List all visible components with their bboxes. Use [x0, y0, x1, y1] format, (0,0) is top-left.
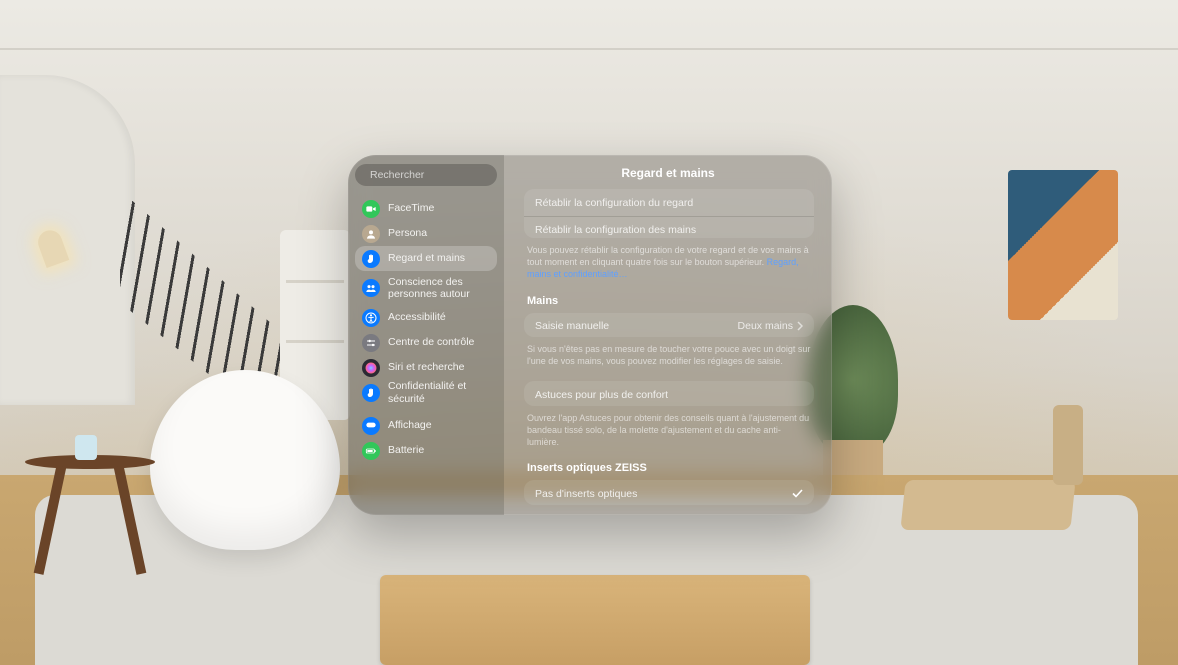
- sidebar-item-battery[interactable]: Batterie: [355, 438, 497, 463]
- siri-icon: [362, 359, 380, 377]
- hand-icon: [362, 384, 380, 402]
- facetime-icon: [362, 200, 380, 218]
- reset-hand-setup-button[interactable]: Rétablir la configuration des mains: [524, 216, 814, 238]
- hand-input-value: Deux mains: [738, 320, 793, 332]
- hand-icon: [362, 250, 380, 268]
- battery-icon: [362, 442, 380, 460]
- sidebar: FaceTime Persona Regard et mains Conscience…: [348, 155, 504, 515]
- sidebar-item-facetime[interactable]: FaceTime: [355, 196, 497, 221]
- reset-footer: Vous pouvez rétablir la configuration de…: [524, 238, 814, 294]
- display-icon: [362, 417, 380, 435]
- tips-footer: Ouvrez l'app Astuces pour obtenir des co…: [524, 406, 814, 462]
- people-icon: [362, 279, 380, 297]
- search-input[interactable]: [370, 169, 504, 181]
- reset-group: Rétablir la configuration du regard Réta…: [524, 189, 814, 238]
- sidebar-item-label: Siri et recherche: [388, 361, 464, 373]
- sidebar-item-display[interactable]: Affichage: [355, 413, 497, 438]
- hand-input-row[interactable]: Saisie manuelle Deux mains: [524, 313, 814, 338]
- sidebar-item-label: FaceTime: [388, 202, 434, 214]
- page-title: Regard et mains: [504, 155, 832, 189]
- sidebar-item-label: Centre de contrôle: [388, 336, 474, 348]
- sidebar-item-label: Batterie: [388, 444, 424, 456]
- sidebar-item-label: Accessibilité: [388, 311, 446, 323]
- chevron-right-icon: [797, 321, 803, 331]
- hands-footer: Si vous n'êtes pas en mesure de toucher …: [524, 337, 814, 381]
- zeiss-none-row[interactable]: Pas d'inserts optiques: [524, 480, 814, 505]
- sidebar-item-sliders[interactable]: Centre de contrôle: [355, 330, 497, 355]
- sidebar-item-label: Affichage: [388, 419, 432, 431]
- sidebar-item-access[interactable]: Accessibilité: [355, 305, 497, 330]
- sidebar-item-label: Confidentialité et sécurité: [388, 380, 490, 404]
- sidebar-item-hand[interactable]: Confidentialité et sécurité: [355, 380, 497, 405]
- sidebar-item-label: Regard et mains: [388, 252, 465, 264]
- sidebar-item-hand[interactable]: Regard et mains: [355, 246, 497, 271]
- sidebar-item-persona[interactable]: Persona: [355, 221, 497, 246]
- check-icon: [792, 489, 803, 498]
- persona-icon: [362, 225, 380, 243]
- sidebar-item-label: Persona: [388, 227, 427, 239]
- sidebar-item-people[interactable]: Conscience des personnes autour: [355, 271, 497, 305]
- hands-section-header: Mains: [524, 295, 814, 313]
- sidebar-item-label: Conscience des personnes autour: [388, 276, 490, 300]
- sidebar-item-siri[interactable]: Siri et recherche: [355, 355, 497, 380]
- search-field[interactable]: [355, 164, 497, 186]
- comfort-tips-row[interactable]: Astuces pour plus de confort: [524, 381, 814, 406]
- reset-eye-setup-button[interactable]: Rétablir la configuration du regard: [524, 189, 814, 216]
- zeiss-section-header: Inserts optiques ZEISS: [524, 462, 814, 480]
- content-pane: Regard et mains Rétablir la configuratio…: [504, 155, 832, 515]
- sliders-icon: [362, 334, 380, 352]
- settings-window: FaceTime Persona Regard et mains Conscience…: [348, 155, 832, 515]
- access-icon: [362, 309, 380, 327]
